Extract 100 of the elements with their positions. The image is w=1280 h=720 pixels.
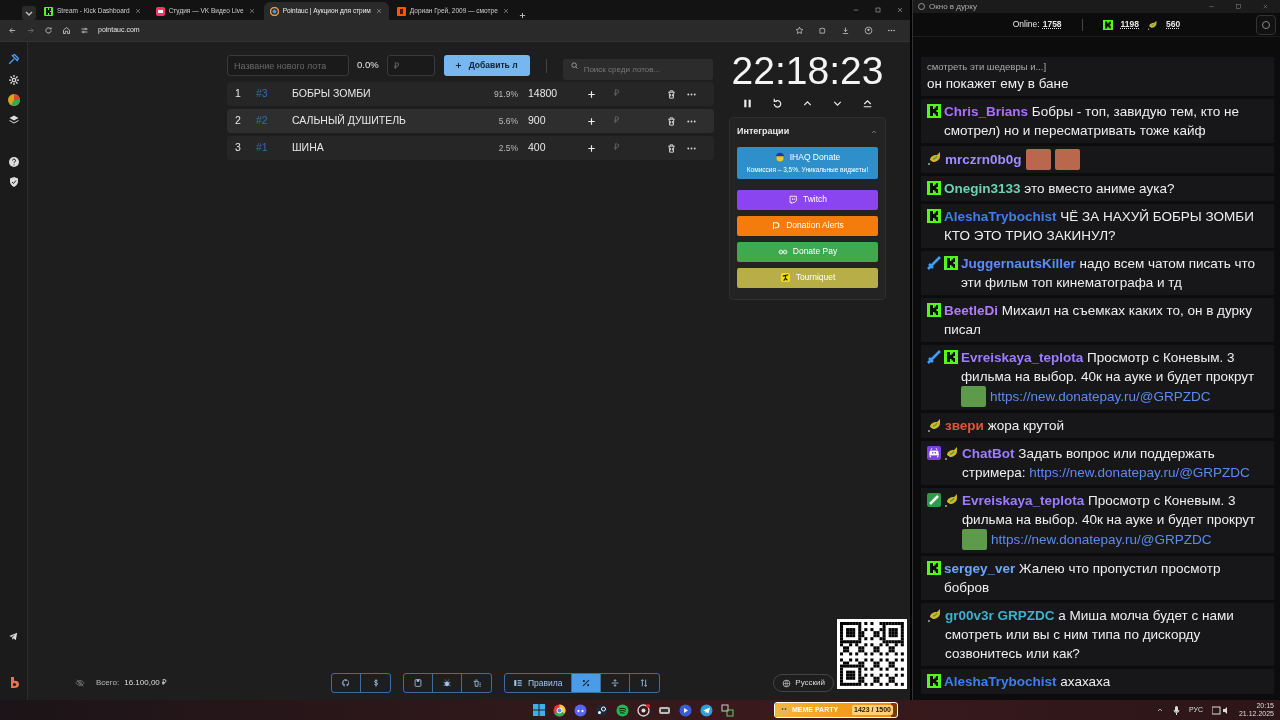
settings-icon[interactable] — [7, 74, 20, 86]
maximize-icon[interactable] — [874, 6, 882, 14]
game-store-icon[interactable] — [595, 703, 608, 717]
close-icon[interactable] — [374, 7, 383, 15]
music-app-icon[interactable] — [616, 703, 629, 717]
percent-icon — [580, 678, 591, 688]
chat-settings-button[interactable] — [1256, 15, 1276, 35]
amount-field[interactable]: ₽ — [386, 55, 435, 76]
chat-message-text: Evreiskaya_teplota Просмотр с Коневым. 3 фильма на выбор. 40к на ауке и будет прокрут — [961, 349, 1256, 386]
trash-icon[interactable] — [666, 142, 677, 154]
app-icon[interactable] — [637, 703, 650, 717]
chat-message-text: звери жора крутой — [945, 417, 1065, 435]
lot-name: БОБРЫ ЗОМБИ — [292, 86, 372, 102]
percent-button[interactable] — [571, 674, 601, 692]
lot-id: #3 — [256, 86, 269, 102]
chat-link[interactable]: https://new.donatepay.ru/@GRPZDC — [1029, 465, 1250, 480]
clear-list-icon — [471, 678, 482, 688]
close-icon[interactable] — [896, 6, 904, 14]
reply-preview: смотреть эти шедевры и...] — [927, 60, 1048, 74]
search-field[interactable]: Поиск среди лотов... — [562, 59, 713, 80]
twitch-logo-icon — [787, 194, 798, 205]
eye-off-icon[interactable] — [75, 678, 85, 688]
emote-image — [1054, 149, 1080, 170]
network-volume-icon[interactable] — [1211, 705, 1230, 715]
plus-icon[interactable] — [586, 142, 597, 154]
start-icon[interactable] — [533, 704, 545, 716]
chat-app-icon[interactable] — [574, 703, 587, 717]
app-icon — [918, 3, 925, 10]
bird-badge-icon — [1147, 19, 1159, 30]
lot-share: 91.9% — [492, 87, 518, 101]
emote-image — [1025, 149, 1051, 170]
save-icon — [413, 678, 423, 688]
chat-link[interactable]: https://new.donatepay.ru/@GRPZDC — [990, 387, 1211, 406]
new-tab-icon[interactable] — [517, 11, 527, 20]
pie-chart-icon[interactable] — [7, 94, 20, 106]
site-settings-icon[interactable] — [80, 26, 89, 35]
lot-name: ШИНА — [292, 140, 325, 156]
vk-favicon-icon — [155, 6, 165, 16]
kick-badge-icon — [927, 181, 941, 195]
lot-id: #1 — [256, 140, 269, 156]
chat-message-text: JuggernautsKiller надо всем чатом писать что эти фильм топ кинематографа и тд — [961, 255, 1257, 292]
emote-image — [961, 386, 986, 407]
plus-icon[interactable] — [586, 88, 597, 100]
kick-badge-icon — [927, 303, 941, 317]
chat-link[interactable]: https://new.donatepay.ru/@GRPZDC — [991, 530, 1212, 549]
chat-message-text: Chris_Brians Бобры - топ, завидую тем, кто не смотрел) но и пересматривать тоже кайф — [944, 103, 1241, 140]
lot-amount: 14800 — [528, 86, 559, 102]
kick-badge-icon — [927, 674, 941, 688]
star-icon[interactable] — [795, 26, 804, 35]
chat-message-text: ChatBot Задать вопрос или поддержать стримера: https://new.donatepay.ru/@GRPZDC — [962, 445, 1251, 482]
close-icon[interactable] — [133, 7, 142, 15]
rules-button[interactable]: Правила — [505, 674, 572, 692]
telegram-icon[interactable] — [8, 631, 19, 642]
forward-icon[interactable] — [26, 26, 35, 35]
profile-icon[interactable] — [864, 26, 873, 35]
back-icon[interactable] — [8, 26, 17, 35]
globe-icon — [782, 678, 792, 688]
hammer-icon[interactable] — [7, 53, 20, 66]
messenger-icon[interactable] — [700, 703, 713, 717]
columns-icon — [513, 678, 523, 688]
kick-favicon-icon — [44, 6, 53, 16]
tab-search-button[interactable] — [22, 6, 36, 20]
integration-button[interactable]: Twitch — [737, 189, 878, 210]
reload-icon[interactable] — [44, 26, 53, 35]
lot-amount: 900 — [528, 113, 547, 129]
lot-share: 2.5% — [497, 141, 518, 155]
sort-icon — [639, 678, 649, 688]
lot-name-field[interactable]: Название нового лота — [227, 55, 349, 76]
home-icon[interactable] — [62, 26, 71, 35]
trash-icon[interactable] — [666, 115, 677, 127]
media-player-icon[interactable] — [679, 703, 692, 717]
chat-message-text: AleshaTrybochist ЧЁ ЗА НАХУЙ БОБРЫ ЗОМБИ КТО ЭТО ТРИО ЗАКИНУЛ? — [944, 208, 1255, 245]
sword-badge-icon — [927, 256, 941, 270]
bird-badge-icon — [927, 418, 942, 432]
app-icon[interactable] — [721, 703, 734, 717]
tourniquet-logo-icon — [779, 272, 791, 283]
lot-number: 2 — [235, 113, 242, 129]
browser-app-icon[interactable] — [553, 703, 566, 717]
chat-message-text: Onegin3133 это вместо аниме аука? — [944, 180, 1175, 198]
lot-number: 1 — [235, 86, 242, 102]
bug-icon — [442, 678, 452, 688]
trash-icon[interactable] — [666, 88, 677, 100]
plus-icon[interactable] — [586, 115, 597, 127]
close-icon[interactable] — [501, 7, 510, 15]
download-icon[interactable] — [841, 26, 850, 35]
microphone-icon[interactable] — [1172, 705, 1180, 715]
extensions-icon[interactable] — [818, 26, 827, 35]
shield-icon[interactable] — [7, 176, 20, 188]
add-lot-button[interactable]: Добавить л — [443, 55, 530, 76]
split-icon — [609, 678, 620, 688]
help-icon[interactable] — [7, 156, 20, 168]
online-label: Online: — [1012, 18, 1040, 31]
timer-display: 22:18:23 — [730, 51, 885, 91]
layers-icon[interactable] — [7, 114, 20, 126]
close-icon[interactable] — [247, 7, 256, 15]
language-button[interactable]: Русский — [773, 674, 834, 692]
lot-share: 5.6% — [497, 114, 518, 128]
qr-code — [840, 622, 904, 686]
chat-message-text: mrczrn0b0g — [945, 151, 1022, 169]
tray-chevron-icon[interactable] — [1155, 706, 1164, 714]
